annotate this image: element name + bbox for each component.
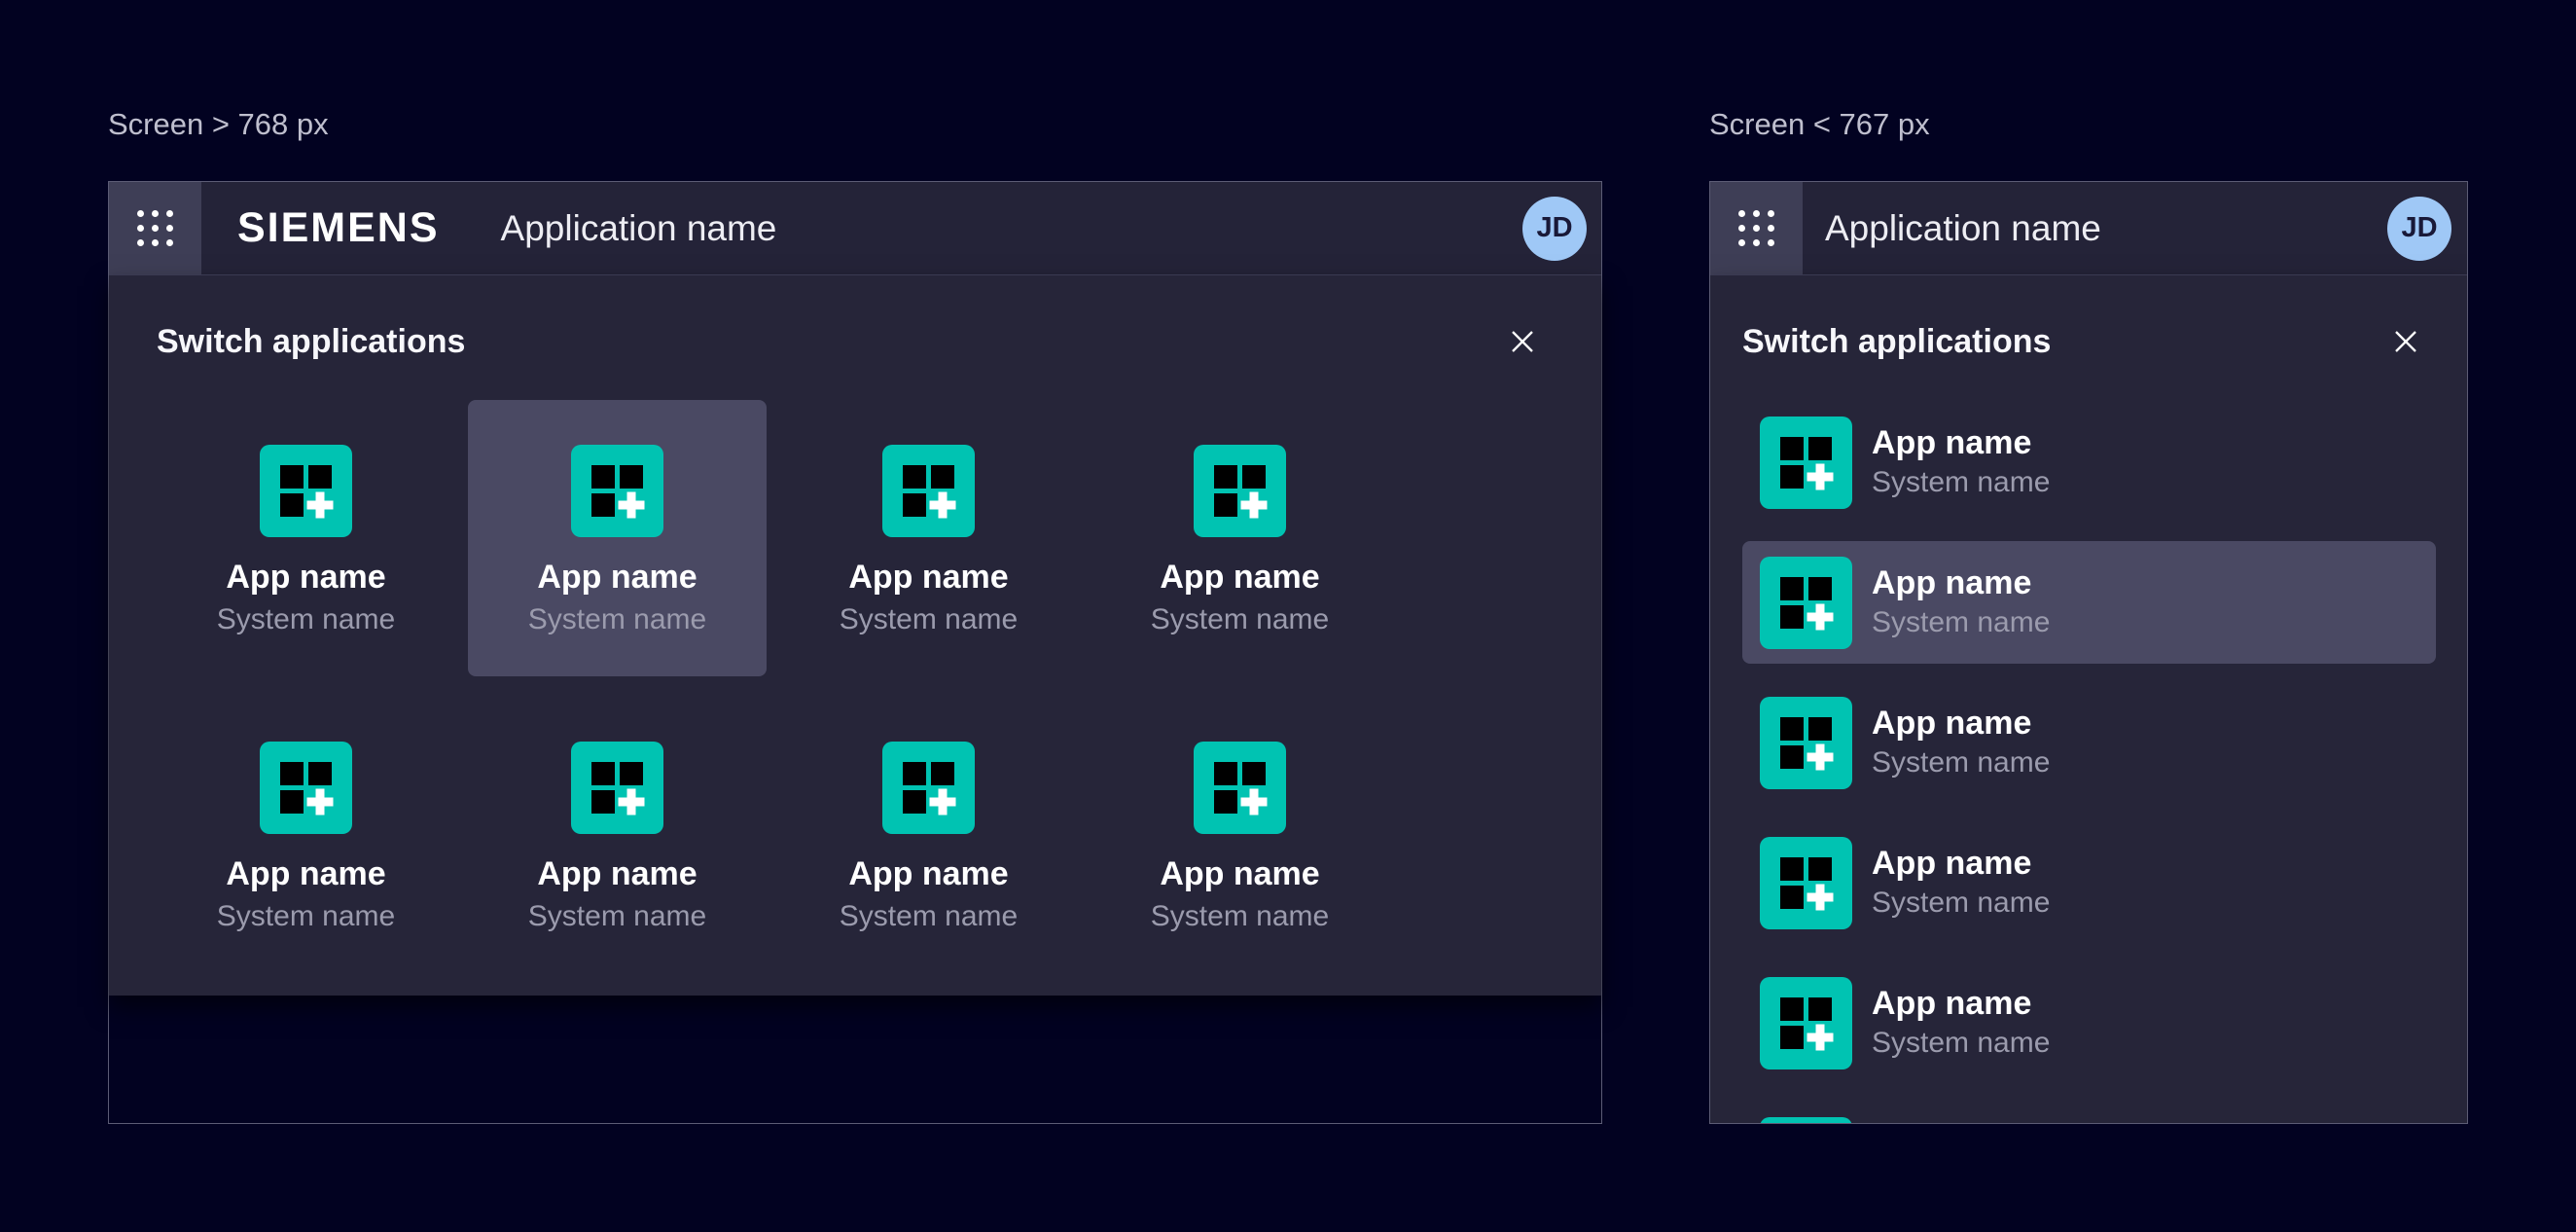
overlay-header: Switch applications <box>157 322 1542 361</box>
app-name: App name <box>537 558 697 597</box>
app-list-item[interactable]: App name System name <box>1742 681 2436 804</box>
overlay-header: Switch applications <box>1742 322 2425 361</box>
app-tile-grid: App name System name App name System nam… <box>157 400 1389 973</box>
siemens-logo: SIEMENS <box>237 204 440 252</box>
system-name: System name <box>840 600 1018 639</box>
app-switch-grid-icon <box>1738 210 1774 246</box>
app-plus-icon <box>571 445 663 537</box>
app-list-item-selected[interactable]: App name System name <box>1742 541 2436 664</box>
app-name: App name <box>1872 983 2050 1024</box>
app-plus-icon <box>1760 977 1852 1069</box>
system-name: System name <box>528 600 706 639</box>
app-plus-icon <box>1760 417 1852 509</box>
app-tile[interactable]: App name System name <box>779 697 1078 973</box>
app-name: App name <box>848 854 1008 893</box>
app-item-text: App name System name <box>1872 562 2050 642</box>
system-name: System name <box>1872 463 2050 502</box>
app-name: App name <box>1872 1123 2050 1124</box>
breakpoint-label-mobile: Screen < 767 px <box>1709 107 1930 142</box>
system-name: System name <box>840 897 1018 936</box>
system-name: System name <box>1151 600 1329 639</box>
user-avatar[interactable]: JD <box>1522 197 1587 261</box>
close-icon <box>2391 327 2420 356</box>
app-plus-icon <box>882 742 975 834</box>
app-header-bar: SIEMENS Application name JD <box>109 182 1601 274</box>
app-name: App name <box>1872 422 2050 463</box>
app-tile[interactable]: App name System name <box>779 400 1078 676</box>
system-name: System name <box>1872 884 2050 923</box>
app-tile[interactable]: App name System name <box>157 400 455 676</box>
app-switch-grid-icon <box>137 210 173 246</box>
app-plus-icon <box>571 742 663 834</box>
app-plus-icon <box>260 445 352 537</box>
app-name: App name <box>1160 558 1319 597</box>
switch-applications-overlay: Switch applications App name System name <box>1710 274 2467 1123</box>
app-list-item[interactable]: App name System name <box>1742 401 2436 524</box>
app-plus-icon <box>1760 557 1852 649</box>
app-plus-icon <box>1194 742 1286 834</box>
app-list-item-clipped[interactable]: App name System name <box>1742 1102 2436 1124</box>
system-name: System name <box>1872 1024 2050 1063</box>
app-plus-icon <box>1760 697 1852 789</box>
app-item-text: App name System name <box>1872 983 2050 1063</box>
close-button[interactable] <box>1503 322 1542 361</box>
close-button[interactable] <box>2386 322 2425 361</box>
app-name: App name <box>1872 562 2050 603</box>
user-avatar[interactable]: JD <box>2387 197 2451 261</box>
app-plus-icon <box>1760 837 1852 929</box>
system-name: System name <box>217 600 395 639</box>
app-name: App name <box>1160 854 1319 893</box>
app-name: App name <box>1872 843 2050 884</box>
app-list-item[interactable]: App name System name <box>1742 821 2436 944</box>
app-switch-button[interactable] <box>1710 182 1803 274</box>
close-icon <box>1508 327 1537 356</box>
app-name: App name <box>537 854 697 893</box>
system-name: System name <box>217 897 395 936</box>
mobile-window: Application name JD Switch applications … <box>1709 181 2468 1124</box>
app-tile-selected[interactable]: App name System name <box>468 400 767 676</box>
overlay-title: Switch applications <box>157 323 465 361</box>
system-name: System name <box>1872 743 2050 782</box>
system-name: System name <box>1872 603 2050 642</box>
application-title: Application name <box>1825 208 2101 249</box>
app-name: App name <box>226 854 385 893</box>
app-item-text: App name System name <box>1872 843 2050 923</box>
app-item-text: App name System name <box>1872 1123 2050 1124</box>
system-name: System name <box>1151 897 1329 936</box>
app-plus-icon <box>882 445 975 537</box>
app-item-text: App name System name <box>1872 703 2050 782</box>
app-tile[interactable]: App name System name <box>157 697 455 973</box>
app-list: App name System name App name System nam… <box>1742 401 2436 1124</box>
app-tile[interactable]: App name System name <box>1091 697 1389 973</box>
system-name: System name <box>528 897 706 936</box>
application-title: Application name <box>501 208 777 249</box>
app-list-item[interactable]: App name System name <box>1742 961 2436 1084</box>
app-plus-icon <box>1194 445 1286 537</box>
desktop-window: SIEMENS Application name JD Switch appli… <box>108 181 1602 1124</box>
breakpoint-label-desktop: Screen > 768 px <box>108 107 329 142</box>
app-plus-icon <box>260 742 352 834</box>
app-name: App name <box>848 558 1008 597</box>
app-switch-button[interactable] <box>109 182 201 274</box>
overlay-title: Switch applications <box>1742 323 2051 361</box>
app-header-bar: Application name JD <box>1710 182 2467 274</box>
app-plus-icon <box>1760 1117 1852 1125</box>
switch-applications-overlay: Switch applications App name System name… <box>109 274 1601 996</box>
app-item-text: App name System name <box>1872 422 2050 502</box>
app-tile[interactable]: App name System name <box>468 697 767 973</box>
app-tile[interactable]: App name System name <box>1091 400 1389 676</box>
app-name: App name <box>1872 703 2050 743</box>
app-name: App name <box>226 558 385 597</box>
